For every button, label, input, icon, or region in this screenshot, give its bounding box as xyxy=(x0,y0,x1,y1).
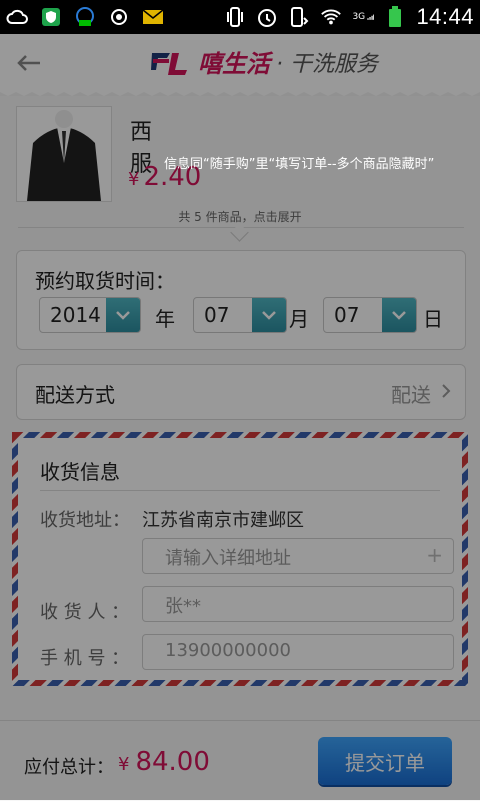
chevron-down-icon xyxy=(382,298,416,332)
network-type: 3G xyxy=(352,12,366,22)
logo-mark-icon xyxy=(151,52,187,75)
chat-bubble-icon xyxy=(74,6,96,28)
month-value: 07 xyxy=(204,303,230,327)
address-region[interactable]: 江苏省南京市建邺区 xyxy=(142,506,304,532)
address-title: 收货信息 xyxy=(40,460,120,484)
vibrate-icon xyxy=(224,6,246,28)
chevron-down-icon xyxy=(106,298,140,332)
receiver-label: 收 货 人 ： xyxy=(40,602,130,623)
back-arrow-icon xyxy=(17,55,40,71)
pickup-time-card: 预约取货时间： 2014 年 07 月 07 日 xyxy=(16,250,466,350)
product-item[interactable] xyxy=(16,106,112,202)
day-unit: 日 xyxy=(423,307,443,331)
battery-icon xyxy=(384,6,406,28)
day-select[interactable]: 07 xyxy=(323,297,417,333)
year-select[interactable]: 2014 xyxy=(39,297,141,333)
year-unit: 年 xyxy=(155,307,175,331)
plus-icon: + xyxy=(426,543,443,567)
expand-divider xyxy=(18,227,464,228)
total-amount: ¥84.00 xyxy=(118,747,210,777)
order-footer: 应付总计： ¥84.00 提交订单 xyxy=(0,720,480,801)
annotation-note: 信息同“随手购”里“填写订单--多个商品隐藏时” xyxy=(164,157,435,172)
shield-app-icon xyxy=(40,6,62,28)
mail-icon xyxy=(142,6,164,28)
currency-symbol: ¥ xyxy=(118,754,130,775)
chevron-down-icon xyxy=(252,298,286,332)
phone-label: 手 机 号 ： xyxy=(40,648,130,669)
phone-input[interactable]: 13900000000 xyxy=(142,634,454,670)
chevron-right-icon xyxy=(442,384,451,398)
detail-address-placeholder: 请输入详细地址 xyxy=(165,548,291,569)
month-unit: 月 xyxy=(289,307,309,331)
day-value: 07 xyxy=(334,303,360,327)
back-button[interactable] xyxy=(14,48,44,78)
address-label: 收货地址： xyxy=(40,510,130,531)
total-label: 应付总计： xyxy=(24,757,114,778)
address-card: 收货信息 收货地址： 江苏省南京市建邺区 请输入详细地址 + 收 货 人 ： 张… xyxy=(18,438,462,680)
header-zigzag-edge xyxy=(0,88,480,96)
phone-value: 13900000000 xyxy=(165,640,291,661)
month-select[interactable]: 07 xyxy=(193,297,287,333)
detail-address-input[interactable]: 请输入详细地址 + xyxy=(142,538,454,574)
clock: 14:44 xyxy=(416,4,474,29)
shipping-method-row[interactable]: 配送方式 配送 xyxy=(16,364,466,420)
system-icons: 3G 14:44 xyxy=(224,4,474,30)
brand-logo: 嘻生活 · 干洗服务 xyxy=(150,44,378,79)
cloud-icon xyxy=(6,6,28,28)
receiver-input[interactable]: 张** xyxy=(142,586,454,622)
logo-subtitle: · 干洗服务 xyxy=(276,51,378,77)
total-value: 84.00 xyxy=(135,747,210,777)
alarm-icon xyxy=(256,6,278,28)
shipping-label: 配送方式 xyxy=(35,383,115,407)
status-bar: 3G 14:44 xyxy=(0,0,480,34)
year-value: 2014 xyxy=(50,303,101,327)
currency-symbol: ¥ xyxy=(128,169,140,190)
rotation-icon xyxy=(288,6,310,28)
notification-icons xyxy=(6,6,164,28)
receiver-value: 张** xyxy=(165,596,201,617)
pickup-title: 预约取货时间： xyxy=(35,269,175,293)
app-header: 嘻生活 · 干洗服务 xyxy=(0,34,480,92)
items-summary[interactable]: 共 5 件商品，点击展开 xyxy=(0,208,480,225)
signal-icon: 3G xyxy=(352,6,375,28)
camera-icon xyxy=(108,6,130,28)
wifi-icon xyxy=(320,6,342,28)
product-image xyxy=(16,106,112,202)
submit-order-button[interactable]: 提交订单 xyxy=(318,737,452,785)
address-divider xyxy=(40,490,440,491)
logo-text: 嘻生活 xyxy=(198,50,270,78)
shipping-value: 配送 xyxy=(391,383,431,407)
address-section: 收货信息 收货地址： 江苏省南京市建邺区 请输入详细地址 + 收 货 人 ： 张… xyxy=(12,432,468,686)
